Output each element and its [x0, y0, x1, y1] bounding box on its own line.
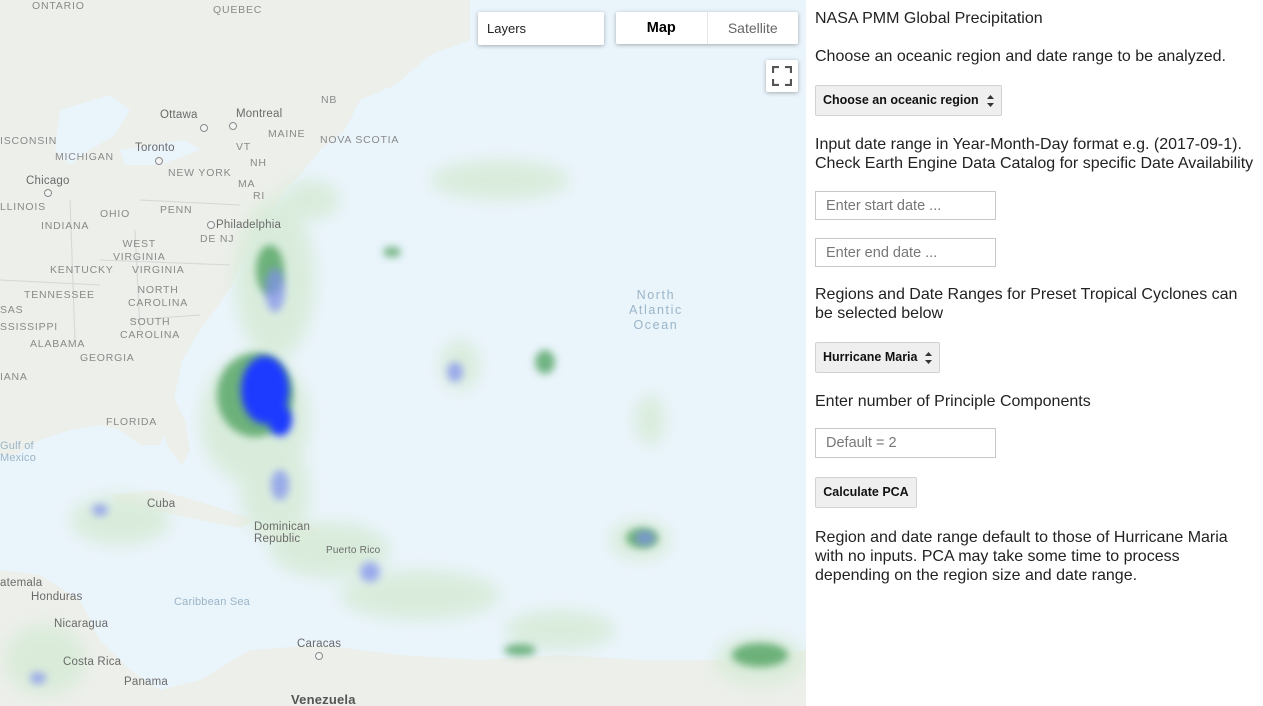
map-label-nb: NB: [321, 94, 338, 106]
footer-note: Region and date range default to those o…: [815, 529, 1228, 584]
panel-title: NASA PMM Global Precipitation: [815, 10, 1043, 27]
map-label-philadelphia: Philadelphia: [216, 219, 282, 231]
fullscreen-button[interactable]: [766, 60, 798, 92]
map-label-north-atlantic: North Atlantic Ocean: [629, 288, 683, 332]
map-label-illinois: LLINOIS: [0, 201, 46, 213]
map-label-dominican-republic: Dominican Republic: [254, 521, 311, 545]
map-label-gulf-of-mexico: Gulf of Mexico: [0, 440, 37, 464]
city-dot-toronto: [155, 157, 163, 165]
map-label-nh: NH: [250, 157, 267, 169]
map-label-costa-rica: Costa Rica: [63, 656, 122, 668]
cyclone-select[interactable]: Hurricane Maria: [815, 342, 941, 373]
map-label-venezuela: Venezuela: [291, 692, 356, 706]
map-label-maine: MAINE: [268, 128, 306, 140]
map-label-ma: MA: [238, 178, 256, 190]
fullscreen-icon: [772, 66, 792, 86]
map-label-west-virginia: WEST VIRGINIA: [113, 238, 166, 263]
date-instructions: Input date range in Year-Month-Day forma…: [815, 136, 1254, 172]
map-label-tennessee: TENNESSEE: [24, 289, 95, 301]
map-label-north-carolina: NORTH CAROLINA: [128, 284, 189, 309]
map-label-florida: FLORIDA: [106, 416, 158, 428]
calculate-pca-button[interactable]: Calculate PCA: [815, 477, 917, 508]
map-label-virginia: VIRGINIA: [132, 264, 185, 276]
map-label-south-carolina: SOUTH CAROLINA: [120, 316, 181, 341]
end-date-input[interactable]: [815, 238, 996, 267]
map-label-chicago: Chicago: [26, 175, 70, 187]
city-dot-philadelphia: [207, 221, 215, 229]
map-label-caribbean-sea: Caribbean Sea: [174, 596, 250, 608]
pc-count-input[interactable]: [815, 428, 996, 458]
map-label-kentucky: KENTUCKY: [50, 264, 114, 276]
preset-text: Regions and Date Ranges for Preset Tropi…: [815, 286, 1238, 322]
map-label-de-nj: DE NJ: [200, 233, 235, 245]
map-label-michigan: MICHIGAN: [55, 151, 114, 163]
map-type-control: Map Satellite: [616, 12, 798, 44]
city-dot-ottawa: [200, 124, 208, 132]
map-label-nova-scotia: NOVA SCOTIA: [320, 134, 400, 146]
city-dot-chicago: [44, 189, 52, 197]
map-label-montreal: Montreal: [236, 108, 283, 120]
city-dot-montreal: [229, 122, 237, 130]
region-select[interactable]: Choose an oceanic region: [815, 85, 1002, 116]
map-label-caracas: Caracas: [297, 638, 342, 650]
map-label-new-york: NEW YORK: [168, 167, 232, 179]
map-label-ri: RI: [253, 190, 266, 202]
map-view[interactable]: ONTARIO QUEBEC Ottawa Montreal MAINE NB …: [0, 0, 806, 706]
map-label-panama: Panama: [124, 676, 169, 688]
map-label-ssissippi: SSISSIPPI: [0, 321, 58, 333]
map-label-ontario: ONTARIO: [32, 0, 85, 12]
region-select-value: Choose an oceanic region: [823, 93, 979, 107]
map-label-guatemala: atemala: [0, 577, 43, 589]
map-label-quebec: QUEBEC: [213, 4, 263, 16]
layers-button[interactable]: Layers: [478, 12, 604, 45]
map-label-puerto-rico: Puerto Rico: [326, 545, 381, 556]
city-dot-caracas: [315, 652, 323, 660]
pc-label: Enter number of Principle Components: [815, 393, 1091, 410]
map-label-iana: IANA: [0, 371, 28, 383]
intro-text: Choose an oceanic region and date range …: [815, 48, 1226, 65]
cyclone-select-value: Hurricane Maria: [823, 350, 918, 364]
map-type-map-button[interactable]: Map: [616, 12, 707, 44]
map-label-sas: SAS: [0, 304, 24, 316]
map-label-alabama: ALABAMA: [30, 338, 86, 350]
map-label-nicaragua: Nicaragua: [54, 618, 109, 630]
map-label-georgia: GEORGIA: [80, 352, 135, 364]
map-label-wisconsin: ISCONSIN: [0, 135, 58, 147]
map-label-penn: PENN: [160, 204, 193, 216]
map-label-ohio: OHIO: [100, 208, 131, 220]
select-arrows-icon: [925, 352, 933, 364]
map-label-vt: VT: [236, 141, 252, 153]
select-arrows-icon: [986, 95, 994, 107]
start-date-input[interactable]: [815, 191, 996, 220]
map-label-ottawa: Ottawa: [160, 109, 198, 121]
map-label-honduras: Honduras: [31, 591, 83, 603]
map-type-satellite-button[interactable]: Satellite: [706, 12, 799, 44]
map-label-toronto: Toronto: [135, 142, 175, 154]
map-label-cuba: Cuba: [147, 498, 176, 510]
map-label-indiana: INDIANA: [41, 220, 90, 232]
